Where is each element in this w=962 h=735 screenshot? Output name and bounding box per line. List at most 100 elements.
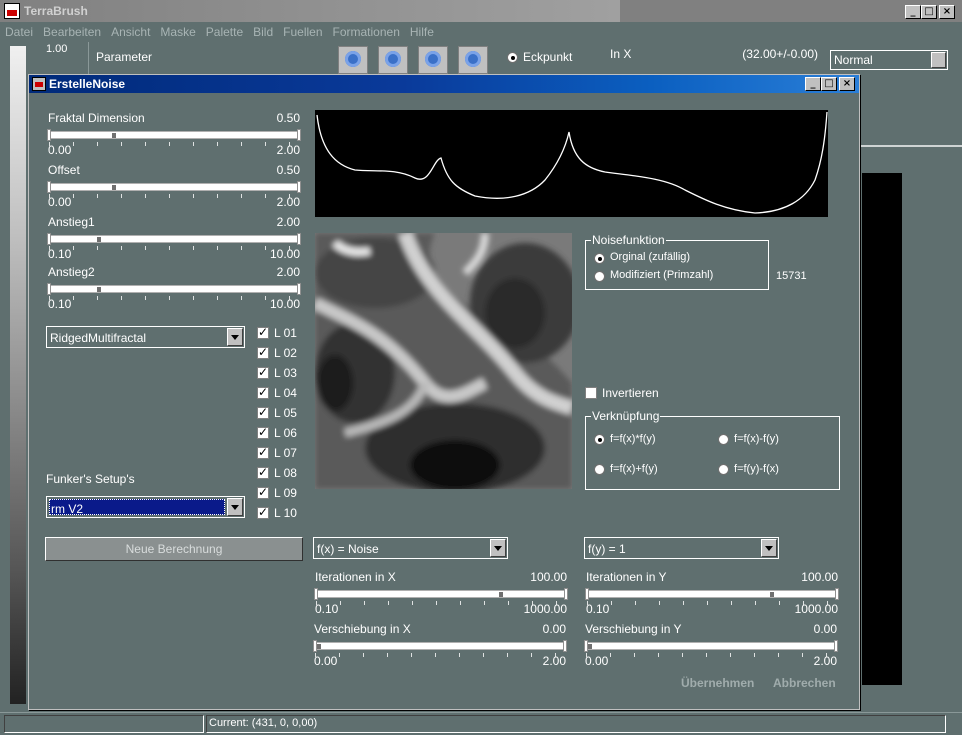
- radio-fx-minus-fy-label: f=f(x)-f(y): [734, 433, 779, 445]
- slider-2-max: 10.00: [269, 247, 300, 261]
- layer-checkbox-3[interactable]: [257, 365, 269, 379]
- menu-fuellen[interactable]: Fuellen: [278, 22, 327, 39]
- invertieren-checkbox[interactable]: [585, 387, 597, 399]
- menu-datei[interactable]: Datei: [0, 22, 38, 39]
- menu-maske[interactable]: Maske: [155, 22, 200, 39]
- radio-fy-minus-fx[interactable]: [718, 464, 729, 475]
- fy-shift-slider[interactable]: [584, 639, 838, 657]
- menu-palette[interactable]: Palette: [201, 22, 248, 39]
- fy-value: f(y) = 1: [588, 542, 626, 556]
- fy-shift-thumb[interactable]: [588, 644, 592, 649]
- radio-mul-label: f=f(x)*f(y): [610, 433, 656, 445]
- menu-ansicht[interactable]: Ansicht: [106, 22, 155, 39]
- radio-modifiziert[interactable]: [594, 271, 605, 282]
- divider: [860, 145, 962, 147]
- menu-bar: Datei Bearbeiten Ansicht Maske Palette Bild Fu…: [0, 22, 962, 42]
- fx-select[interactable]: f(x) = Noise: [313, 537, 508, 559]
- noise-texture: [315, 233, 572, 489]
- chevron-down-icon[interactable]: [227, 328, 243, 346]
- slider-3-thumb[interactable]: [97, 287, 102, 292]
- layer-checkbox-5[interactable]: [257, 405, 269, 419]
- fx-shift-slider[interactable]: [313, 639, 567, 657]
- fx-shift-min: 0.00: [314, 654, 338, 668]
- slider-0-value: 0.50: [276, 111, 300, 125]
- palette-gradient-strip[interactable]: [10, 46, 26, 704]
- fx-iter-slider[interactable]: [314, 587, 568, 605]
- chevron-down-icon[interactable]: [227, 498, 243, 516]
- slider-1-min: 0.00: [48, 195, 72, 209]
- slider-1-max: 2.00: [276, 195, 300, 209]
- status-cell: [4, 715, 204, 733]
- menu-bild[interactable]: Bild: [248, 22, 278, 39]
- slider-0-max: 2.00: [276, 143, 300, 157]
- hexagon-star-shape-button[interactable]: [378, 46, 408, 74]
- fx-iter-min: 0.10: [315, 602, 339, 616]
- fy-select[interactable]: f(y) = 1: [584, 537, 779, 559]
- noise-preview-image: [315, 233, 572, 489]
- uebernehmen-button[interactable]: Übernehmen: [681, 676, 754, 690]
- dialog-maximize-button[interactable]: □: [821, 77, 837, 91]
- eckpunkt-radio[interactable]: [507, 52, 518, 63]
- neue-berechnung-button[interactable]: Neue Berechnung: [45, 537, 303, 561]
- slider-3-value: 2.00: [276, 265, 300, 279]
- slider-3-max: 10.00: [269, 297, 300, 311]
- in-x-control: In X (32.00+/-0.00): [610, 47, 818, 61]
- minimize-button[interactable]: _: [905, 5, 921, 19]
- noise-type-select[interactable]: RidgedMultifractal: [46, 326, 245, 348]
- circle-shape-button[interactable]: [418, 46, 448, 74]
- in-x-value: (32.00+/-0.00): [742, 47, 818, 61]
- layer-checkbox-9[interactable]: [257, 485, 269, 499]
- layer-label-6: L 06: [274, 426, 297, 440]
- dialog-close-button[interactable]: ×: [839, 77, 855, 91]
- fy-shift-max: 2.00: [813, 654, 837, 668]
- hexagon-shape-button[interactable]: [338, 46, 368, 74]
- layer-checkbox-2[interactable]: [257, 345, 269, 359]
- layer-checkbox-8[interactable]: [257, 465, 269, 479]
- menu-bearbeiten[interactable]: Bearbeiten: [38, 22, 106, 39]
- radio-add-label: f=f(x)+f(y): [610, 463, 658, 475]
- fy-iter-thumb[interactable]: [769, 592, 774, 597]
- slider-2-slider[interactable]: [47, 232, 301, 250]
- radio-fx-minus-fy[interactable]: [718, 434, 729, 445]
- verknuepfung-title: Verknüpfung: [591, 409, 661, 423]
- menu-hilfe[interactable]: Hilfe: [405, 22, 439, 39]
- slider-3-slider[interactable]: [47, 282, 301, 300]
- close-button[interactable]: ×: [939, 5, 955, 19]
- fy-shift-min: 0.00: [585, 654, 609, 668]
- square-shape-button[interactable]: [458, 46, 488, 74]
- slider-2-thumb[interactable]: [97, 237, 102, 242]
- fy-iter-max: 1000.00: [794, 602, 838, 616]
- layer-checkbox-4[interactable]: [257, 385, 269, 399]
- layer-label-7: L 07: [274, 446, 297, 460]
- fx-shift-max: 2.00: [542, 654, 566, 668]
- slider-0-min: 0.00: [48, 143, 72, 157]
- slider-1-label: Offset: [48, 163, 80, 177]
- blend-mode-select[interactable]: Normal: [830, 50, 948, 70]
- slider-1-slider[interactable]: [47, 180, 301, 198]
- chevron-down-icon[interactable]: [931, 52, 946, 68]
- setup-select[interactable]: rm V2: [46, 496, 245, 518]
- slider-0-thumb[interactable]: [112, 133, 116, 138]
- slider-1-thumb[interactable]: [112, 185, 116, 190]
- radio-mul[interactable]: [594, 434, 605, 445]
- layer-label-9: L 09: [274, 486, 297, 500]
- menu-formationen[interactable]: Formationen: [328, 22, 405, 39]
- fx-shift-thumb[interactable]: [317, 644, 321, 649]
- layer-label-10: L 10: [274, 506, 297, 520]
- fx-iter-thumb[interactable]: [498, 592, 503, 597]
- abbrechen-button[interactable]: Abbrechen: [773, 676, 836, 690]
- layer-checkbox-1[interactable]: [257, 325, 269, 339]
- slider-2-label: Anstieg1: [48, 215, 95, 229]
- radio-add[interactable]: [594, 464, 605, 475]
- noisefunktion-group: Noisefunktion Orginal (zufällig) Modifiz…: [585, 233, 769, 290]
- chevron-down-icon[interactable]: [490, 539, 506, 557]
- dialog-minimize-button[interactable]: _: [805, 77, 821, 91]
- chevron-down-icon[interactable]: [761, 539, 777, 557]
- layer-checkbox-10[interactable]: [257, 505, 269, 519]
- maximize-button[interactable]: □: [921, 5, 937, 19]
- layer-checkbox-7[interactable]: [257, 445, 269, 459]
- fy-iter-slider[interactable]: [585, 587, 839, 605]
- radio-orginal[interactable]: [594, 253, 605, 264]
- layer-checkbox-6[interactable]: [257, 425, 269, 439]
- slider-0-slider[interactable]: [47, 128, 301, 146]
